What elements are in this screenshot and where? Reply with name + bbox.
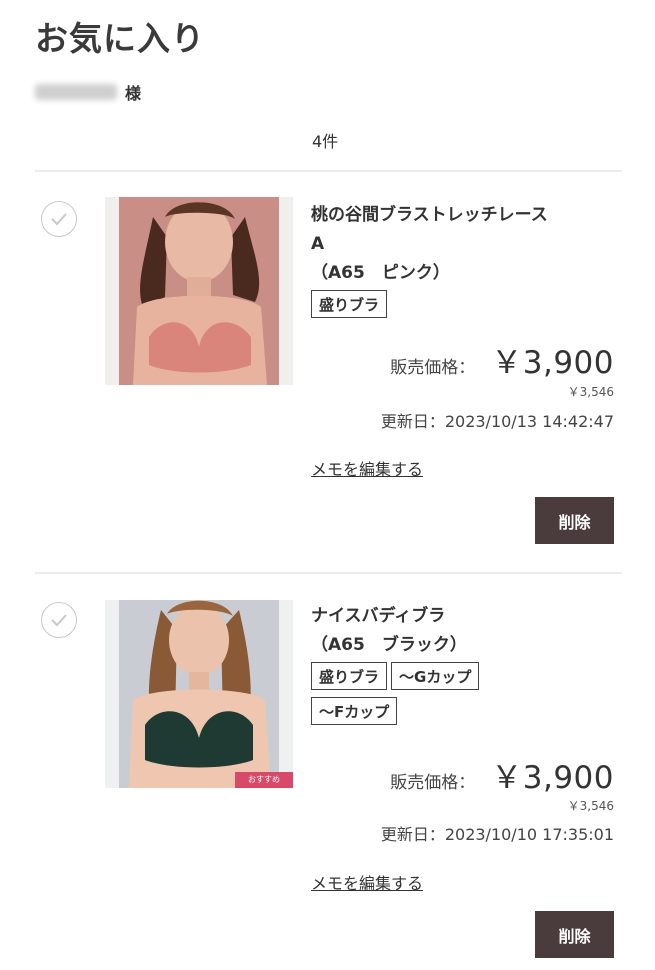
price-label: 販売価格： xyxy=(390,773,476,793)
divider xyxy=(35,572,622,574)
price: ￥3,900 xyxy=(491,760,614,796)
product-name[interactable]: 桃の谷間ブラストレッチレース A （A65 ピンク） xyxy=(311,201,611,288)
product-image[interactable]: おすすめ xyxy=(105,600,293,788)
price-row: 販売価格： ￥3,900 xyxy=(390,752,614,797)
tag: 盛りブラ xyxy=(311,290,388,318)
select-checkbox[interactable] xyxy=(41,201,77,237)
edit-memo-link[interactable]: メモを編集する xyxy=(311,870,423,894)
product-name[interactable]: ナイスバディブラ （A65 ブラック） xyxy=(311,602,611,660)
select-checkbox[interactable] xyxy=(41,602,77,638)
updated-date: 更新日：2023/10/13 14:42:47 xyxy=(380,412,614,431)
check-icon xyxy=(51,213,67,226)
price: ￥3,900 xyxy=(491,345,614,381)
price-row: 販売価格： ￥3,900 xyxy=(390,337,614,382)
edit-memo-link[interactable]: メモを編集する xyxy=(311,456,423,480)
tag: 盛りブラ xyxy=(311,662,388,690)
page-title: お気に入り xyxy=(35,19,205,58)
recommended-badge: おすすめ xyxy=(235,772,293,788)
user-name-blurred xyxy=(35,84,117,100)
user-honorific: 様 xyxy=(125,84,142,103)
check-icon xyxy=(51,614,67,627)
user-greeting: 様 xyxy=(35,80,141,104)
delete-button[interactable]: 削除 xyxy=(535,911,614,958)
delete-button[interactable]: 削除 xyxy=(535,497,614,544)
favorites-count: 4件 xyxy=(312,132,339,151)
product-tags: 盛りブラ ～Gカップ ～Fカップ xyxy=(311,662,611,732)
tag: ～Gカップ xyxy=(391,662,480,690)
divider xyxy=(35,170,622,172)
updated-date: 更新日：2023/10/10 17:35:01 xyxy=(380,825,614,844)
tag: ～Fカップ xyxy=(311,697,398,725)
tax-excluded-price: ￥3,546 xyxy=(567,385,614,399)
product-tags: 盛りブラ xyxy=(311,290,611,325)
product-image[interactable] xyxy=(105,197,293,385)
tax-excluded-price: ￥3,546 xyxy=(567,799,614,813)
price-label: 販売価格： xyxy=(390,358,476,378)
